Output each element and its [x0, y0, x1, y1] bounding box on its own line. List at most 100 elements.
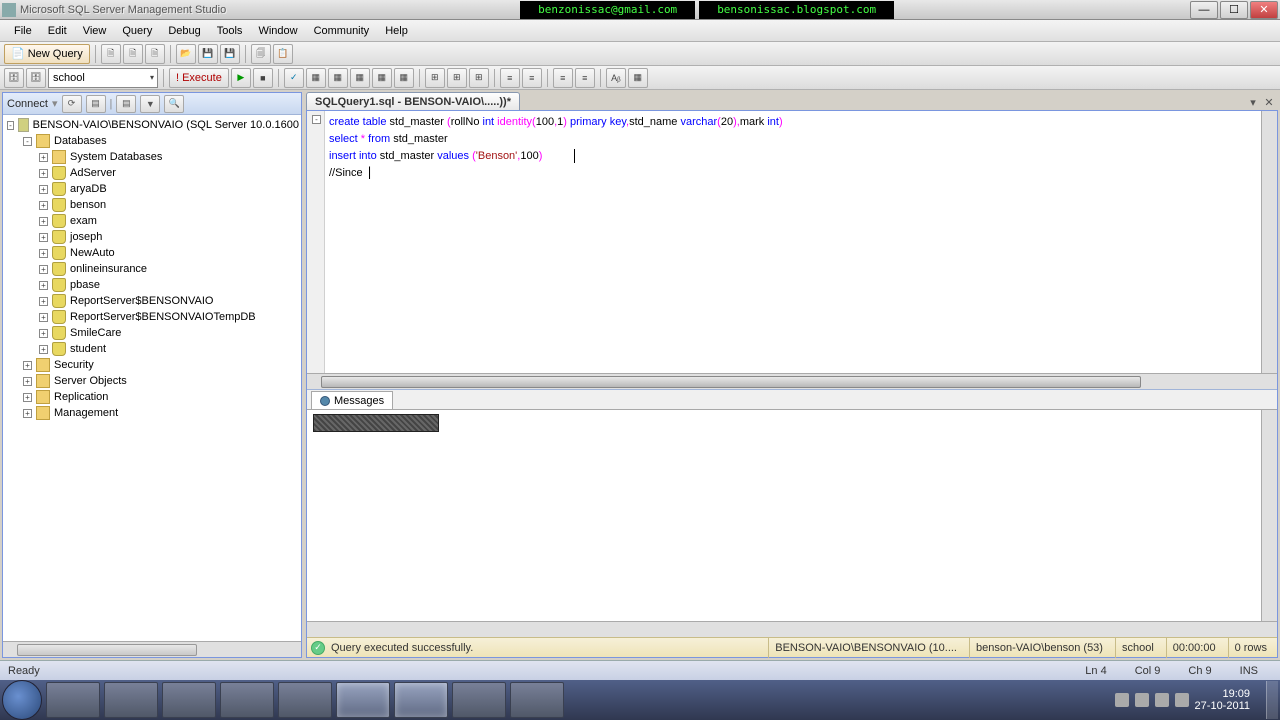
toolbar2-btn-est[interactable]: ▦ — [306, 68, 326, 88]
tree-db[interactable]: AdServer — [70, 167, 116, 179]
toolbar2-btn-act[interactable]: ▦ — [350, 68, 370, 88]
database-dropdown[interactable]: school — [48, 68, 158, 88]
connect-label[interactable]: Connect — [7, 98, 48, 110]
code-content[interactable]: create table std_master (rollNo int iden… — [325, 111, 1261, 373]
menu-query[interactable]: Query — [114, 23, 160, 39]
expander-icon[interactable]: + — [23, 361, 32, 370]
tree-db[interactable]: exam — [70, 215, 97, 227]
menu-view[interactable]: View — [75, 23, 115, 39]
tree-folder[interactable]: Security — [54, 359, 94, 371]
minimize-button[interactable]: — — [1190, 1, 1218, 19]
expander-icon[interactable]: + — [39, 185, 48, 194]
start-button[interactable] — [2, 680, 42, 720]
editor-hscroll[interactable] — [307, 373, 1277, 389]
tree-db[interactable]: joseph — [70, 231, 102, 243]
tray-icon[interactable] — [1155, 693, 1169, 707]
toolbar2-btn-opts[interactable]: ▦ — [328, 68, 348, 88]
tree-folder[interactable]: Management — [54, 407, 118, 419]
object-explorer-hscroll[interactable] — [3, 641, 301, 657]
tree-db[interactable]: student — [70, 343, 106, 355]
tree-db[interactable]: SmileCare — [70, 327, 121, 339]
toolbar2-btn-2[interactable]: 🗄 — [26, 68, 46, 88]
tree-databases[interactable]: Databases — [54, 135, 107, 147]
clock[interactable]: 19:09 27-10-2011 — [1195, 688, 1250, 712]
toolbar2-btn-1[interactable]: 🗄 — [4, 68, 24, 88]
oe-btn-5[interactable]: 🔍 — [164, 95, 184, 113]
menu-edit[interactable]: Edit — [40, 23, 75, 39]
toolbar-btn-8[interactable]: 📋 — [273, 44, 293, 64]
taskbar-item[interactable] — [336, 682, 390, 718]
taskbar-item[interactable] — [394, 682, 448, 718]
expander-icon[interactable]: + — [39, 217, 48, 226]
tree-db[interactable]: pbase — [70, 279, 100, 291]
expander-icon[interactable]: + — [39, 153, 48, 162]
taskbar-item[interactable] — [452, 682, 506, 718]
expander-icon[interactable]: + — [39, 249, 48, 258]
expander-icon[interactable]: + — [39, 265, 48, 274]
expander-icon[interactable]: + — [23, 377, 32, 386]
expander-icon[interactable]: + — [39, 329, 48, 338]
menu-file[interactable]: File — [6, 23, 40, 39]
tree-db[interactable]: NewAuto — [70, 247, 115, 259]
tree-system-databases[interactable]: System Databases — [70, 151, 162, 163]
expander-icon[interactable]: + — [39, 297, 48, 306]
tab-close[interactable]: ✕ — [1262, 96, 1276, 110]
outdent-button[interactable]: ≡ — [575, 68, 595, 88]
oe-filter-button[interactable]: ▼ — [140, 95, 160, 113]
menu-window[interactable]: Window — [250, 23, 305, 39]
expander-icon[interactable]: + — [39, 281, 48, 290]
toolbar-btn-1[interactable]: 🗎 — [101, 44, 121, 64]
expander-icon[interactable]: - — [7, 121, 14, 130]
results-grid-button[interactable]: ⊞ — [425, 68, 445, 88]
tree-folder[interactable]: Server Objects — [54, 375, 127, 387]
new-query-button[interactable]: 📄 New Query — [4, 44, 90, 64]
editor-vscroll[interactable] — [1261, 111, 1277, 373]
tree-folder[interactable]: Replication — [54, 391, 108, 403]
results-text-button[interactable]: ⊞ — [447, 68, 467, 88]
messages-output[interactable] — [307, 409, 1277, 621]
taskbar-item[interactable] — [162, 682, 216, 718]
show-desktop-button[interactable] — [1266, 681, 1278, 719]
taskbar-item[interactable] — [46, 682, 100, 718]
messages-hscroll[interactable] — [307, 621, 1277, 637]
tab-dropdown[interactable]: ▾ — [1246, 96, 1260, 110]
volume-icon[interactable] — [1175, 693, 1189, 707]
oe-btn-2[interactable]: ▤ — [86, 95, 106, 113]
toolbar-btn-3[interactable]: 🗎 — [145, 44, 165, 64]
close-button[interactable]: ✕ — [1250, 1, 1278, 19]
open-button[interactable]: 📂 — [176, 44, 196, 64]
debug-button[interactable]: ▶ — [231, 68, 251, 88]
tray-icon[interactable] — [1135, 693, 1149, 707]
expander-icon[interactable]: - — [23, 137, 32, 146]
menu-community[interactable]: Community — [306, 23, 378, 39]
tree-db[interactable]: benson — [70, 199, 106, 211]
expander-icon[interactable]: + — [23, 409, 32, 418]
system-tray[interactable]: 19:09 27-10-2011 — [1107, 688, 1258, 712]
object-explorer-tree[interactable]: -BENSON-VAIO\BENSONVAIO (SQL Server 10.0… — [3, 115, 301, 641]
menu-tools[interactable]: Tools — [209, 23, 251, 39]
document-tab[interactable]: SQLQuery1.sql - BENSON-VAIO\.....))* — [306, 92, 520, 110]
oe-btn-3[interactable]: ▤ — [116, 95, 136, 113]
comment-button[interactable]: ≡ — [500, 68, 520, 88]
expander-icon[interactable]: + — [39, 313, 48, 322]
taskbar-item[interactable] — [510, 682, 564, 718]
stop-button[interactable]: ■ — [253, 68, 273, 88]
expander-icon[interactable]: + — [39, 345, 48, 354]
taskbar-item[interactable] — [220, 682, 274, 718]
toolbar2-btn-stats[interactable]: ▦ — [372, 68, 392, 88]
toolbar2-btn-last[interactable]: ▦ — [628, 68, 648, 88]
indent-button[interactable]: ≡ — [553, 68, 573, 88]
oe-btn-1[interactable]: ⟳ — [62, 95, 82, 113]
tree-db[interactable]: aryaDB — [70, 183, 107, 195]
save-all-button[interactable]: 💾 — [220, 44, 240, 64]
toolbar-btn-2[interactable]: 🗎 — [123, 44, 143, 64]
tree-server[interactable]: BENSON-VAIO\BENSONVAIO (SQL Server 10.0.… — [33, 119, 299, 131]
fold-icon[interactable]: - — [312, 115, 321, 124]
expander-icon[interactable]: + — [39, 169, 48, 178]
tree-db[interactable]: ReportServer$BENSONVAIO — [70, 295, 213, 307]
tree-db[interactable]: ReportServer$BENSONVAIOTempDB — [70, 311, 256, 323]
save-button[interactable]: 💾 — [198, 44, 218, 64]
execute-button[interactable]: ! Execute — [169, 68, 229, 88]
code-editor[interactable]: - create table std_master (rollNo int id… — [307, 111, 1277, 373]
taskbar-item[interactable] — [104, 682, 158, 718]
